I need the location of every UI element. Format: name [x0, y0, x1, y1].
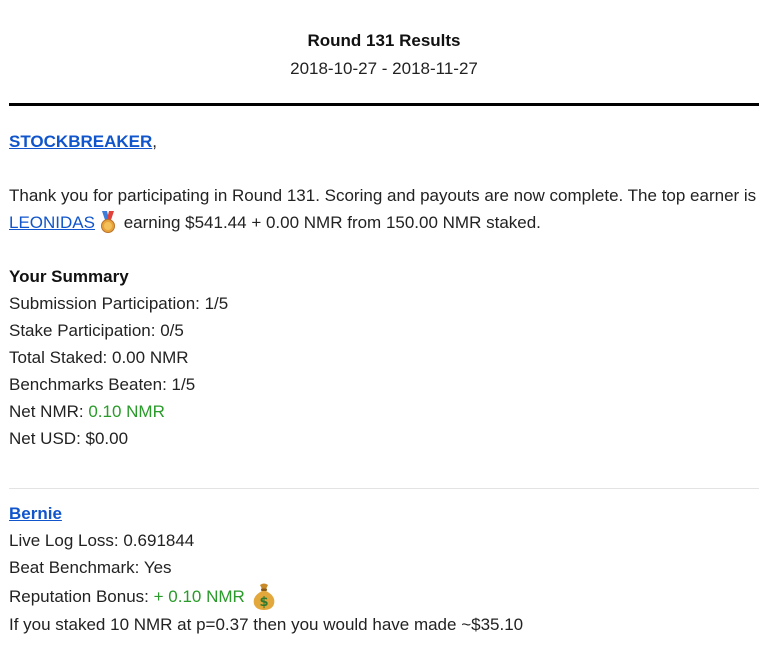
- stake-hint: If you staked 10 NMR at p=0.37 then you …: [9, 615, 524, 634]
- greeting-suffix: ,: [152, 132, 157, 151]
- submission-participation: Submission Participation: 1/5: [9, 294, 229, 313]
- intro-paragraph: Thank you for participating in Round 131…: [9, 182, 759, 236]
- intro-text-before: Thank you for participating in Round 131…: [9, 186, 757, 205]
- round-date-range: 2018-10-27 - 2018-11-27: [290, 59, 478, 78]
- total-staked: Total Staked: 0.00 NMR: [9, 348, 189, 367]
- reputation-bonus-value: + 0.10 NMR: [153, 587, 245, 606]
- username-link[interactable]: STOCKBREAKER: [9, 132, 152, 151]
- greeting: STOCKBREAKER,: [9, 128, 759, 155]
- model-name-link[interactable]: Bernie: [9, 504, 62, 523]
- net-nmr-label: Net NMR:: [9, 402, 89, 421]
- beat-benchmark: Beat Benchmark: Yes: [9, 558, 172, 577]
- email-header: Round 131 Results 2018-10-27 - 2018-11-2…: [0, 30, 768, 80]
- reputation-bonus-label: Reputation Bonus:: [9, 587, 154, 606]
- net-nmr-value: 0.10 NMR: [88, 402, 165, 421]
- net-nmr: Net NMR: 0.10 NMR: [9, 398, 759, 425]
- top-earner-link[interactable]: LEONIDAS: [9, 213, 95, 232]
- money-bag-icon: $: [253, 583, 275, 610]
- medal-icon: [100, 211, 115, 233]
- model-section: Bernie Live Log Loss: 0.691844 Beat Benc…: [9, 500, 759, 638]
- live-log-loss: Live Log Loss: 0.691844: [9, 531, 195, 550]
- section-divider: [9, 488, 759, 489]
- svg-text:$: $: [259, 595, 268, 610]
- intro-text-after: earning $541.44 + 0.00 NMR from 150.00 N…: [118, 213, 541, 232]
- net-usd: Net USD: $0.00: [9, 429, 129, 448]
- header-divider: [9, 103, 759, 106]
- summary-heading: Your Summary: [9, 267, 129, 286]
- reputation-bonus: Reputation Bonus: + 0.10 NMR $: [9, 581, 759, 611]
- round-title: Round 131 Results: [307, 31, 461, 50]
- stake-participation: Stake Participation: 0/5: [9, 321, 184, 340]
- email-body: STOCKBREAKER, Thank you for participatin…: [9, 128, 759, 452]
- benchmarks-beaten: Benchmarks Beaten: 1/5: [9, 375, 196, 394]
